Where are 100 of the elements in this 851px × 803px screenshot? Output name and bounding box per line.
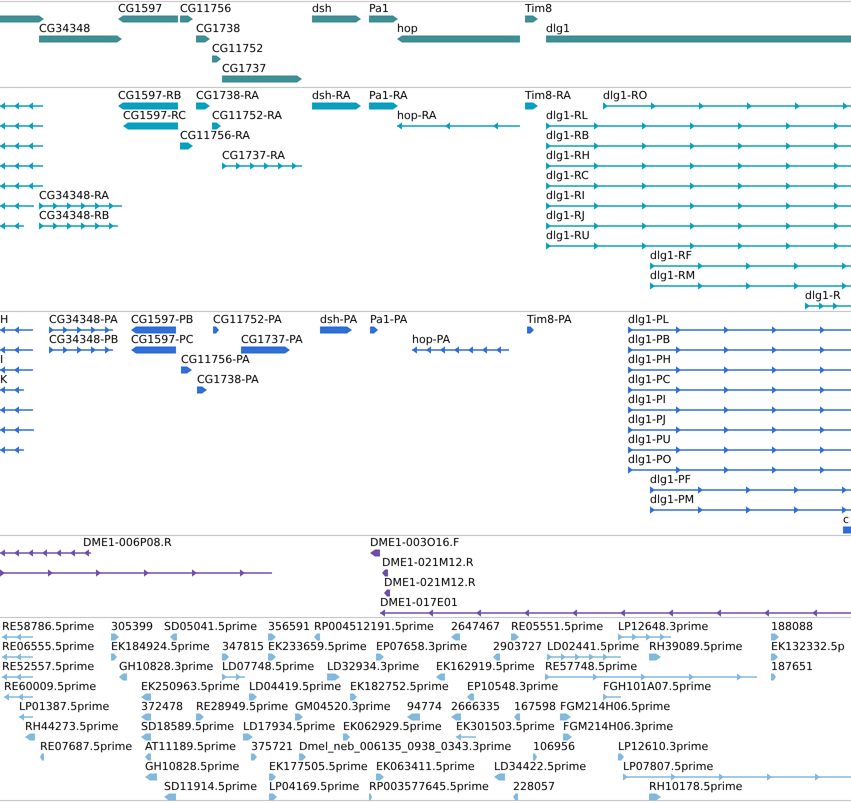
- feature-glyph[interactable]: [118, 16, 178, 22]
- feature-glyph[interactable]: [546, 242, 851, 250]
- feature-glyph[interactable]: [0, 122, 43, 130]
- feature-glyph[interactable]: [628, 406, 851, 414]
- feature-glyph[interactable]: [180, 16, 193, 22]
- feature-label: dlg1-RM: [650, 269, 696, 282]
- feature-glyph[interactable]: [180, 142, 193, 150]
- feature-glyph[interactable]: [650, 282, 851, 290]
- feature-glyph[interactable]: [39, 222, 118, 230]
- feature-glyph[interactable]: [650, 506, 851, 514]
- feature-glyph[interactable]: [196, 102, 210, 110]
- feature-glyph[interactable]: [0, 162, 43, 170]
- feature-glyph[interactable]: [131, 326, 176, 334]
- feature-glyph[interactable]: [312, 102, 361, 110]
- feature-glyph[interactable]: [320, 326, 352, 334]
- feature-label: EK233659.5prime: [268, 640, 367, 654]
- feature-glyph[interactable]: [0, 386, 24, 394]
- feature-glyph[interactable]: [650, 262, 851, 270]
- feature-glyph[interactable]: [0, 142, 43, 150]
- feature-glyph[interactable]: [0, 102, 43, 110]
- feature-glyph[interactable]: [222, 76, 302, 82]
- feature-label: GH10828.5prime: [145, 760, 240, 774]
- feature-glyph[interactable]: [212, 56, 221, 62]
- feature-glyph[interactable]: [628, 366, 851, 374]
- feature-glyph[interactable]: [546, 162, 851, 170]
- feature-label: K: [0, 373, 8, 386]
- feature-glyph[interactable]: [0, 222, 24, 230]
- feature-label: 94774: [407, 700, 442, 714]
- feature-glyph[interactable]: [197, 386, 207, 394]
- feature-glyph[interactable]: [546, 122, 851, 130]
- feature-label: FGM214H06.5prime: [560, 700, 670, 714]
- feature-glyph[interactable]: [131, 346, 176, 354]
- feature-glyph[interactable]: [39, 202, 122, 210]
- feature-glyph[interactable]: [628, 466, 851, 474]
- feature-glyph[interactable]: [380, 609, 851, 617]
- feature-glyph[interactable]: [412, 346, 509, 354]
- feature-label: dlg1-RU: [546, 229, 590, 242]
- feature-label: Dmel_neb_006135_0938_0343.3prime: [299, 740, 512, 754]
- feature-glyph[interactable]: [123, 122, 178, 130]
- feature-glyph[interactable]: [0, 569, 272, 577]
- feature-glyph[interactable]: [382, 570, 388, 576]
- feature-glyph[interactable]: [49, 326, 113, 334]
- feature-glyph[interactable]: [0, 549, 91, 557]
- feature-label: CG1597-PB: [131, 313, 194, 326]
- feature-glyph[interactable]: [384, 590, 390, 596]
- feature-glyph[interactable]: [196, 36, 210, 42]
- feature-glyph[interactable]: [397, 122, 520, 130]
- feature-glyph[interactable]: [312, 16, 361, 22]
- feature-label: LP04169.5prime: [269, 780, 360, 794]
- feature-glyph[interactable]: [0, 202, 34, 210]
- feature-label: Tim8-PA: [527, 313, 572, 326]
- feature-label: SD11914.5prime: [164, 780, 257, 794]
- feature-glyph[interactable]: [527, 326, 534, 334]
- feature-glyph[interactable]: [628, 326, 851, 334]
- feature-glyph[interactable]: [0, 16, 44, 22]
- feature-glyph[interactable]: [370, 550, 380, 556]
- feature-glyph[interactable]: [628, 446, 851, 454]
- feature-label: LD04419.5prime: [249, 680, 342, 694]
- feature-glyph[interactable]: [0, 346, 33, 354]
- feature-glyph[interactable]: [628, 386, 851, 394]
- feature-glyph[interactable]: [525, 102, 538, 110]
- feature-glyph[interactable]: [805, 302, 851, 310]
- feature-label: LD07748.5prime: [222, 660, 314, 674]
- feature-label: RH39089.5prime: [649, 640, 742, 654]
- feature-glyph[interactable]: [0, 182, 43, 190]
- feature-label: dlg1-RF: [650, 249, 692, 262]
- feature-glyph[interactable]: [603, 102, 851, 110]
- feature-glyph[interactable]: [650, 486, 851, 494]
- feature-glyph[interactable]: [628, 346, 851, 354]
- feature-glyph[interactable]: [0, 446, 24, 454]
- feature-glyph[interactable]: [546, 222, 851, 230]
- feature-glyph[interactable]: [0, 426, 34, 434]
- feature-glyph[interactable]: [525, 16, 538, 22]
- feature-glyph[interactable]: [628, 426, 851, 434]
- feature-label: EK250963.5prime: [141, 680, 240, 694]
- feature-label: I: [0, 353, 4, 366]
- feature-label: hop: [397, 22, 418, 36]
- feature-label: RE58786.5prime: [2, 620, 94, 634]
- feature-glyph[interactable]: [0, 326, 33, 334]
- feature-glyph[interactable]: [546, 142, 851, 150]
- feature-label: LD02441.5prime: [547, 640, 640, 654]
- feature-label: RH44273.5prime: [25, 720, 118, 734]
- feature-glyph[interactable]: [0, 406, 33, 414]
- feature-glyph[interactable]: [369, 102, 398, 110]
- feature-glyph[interactable]: [370, 326, 378, 334]
- feature-glyph[interactable]: [546, 202, 851, 210]
- feature-glyph[interactable]: [213, 326, 219, 334]
- feature-label: 2666335: [451, 700, 500, 714]
- feature-glyph[interactable]: [39, 36, 122, 42]
- feature-glyph[interactable]: [118, 102, 178, 110]
- feature-label: CG1737: [222, 62, 266, 76]
- feature-glyph[interactable]: [369, 16, 398, 22]
- feature-glyph[interactable]: [546, 182, 851, 190]
- feature-glyph[interactable]: [241, 346, 290, 354]
- feature-glyph[interactable]: [181, 366, 192, 374]
- feature-glyph[interactable]: [222, 162, 302, 170]
- feature-glyph[interactable]: [0, 366, 33, 374]
- feature-glyph[interactable]: [212, 122, 221, 130]
- feature-label: GM04520.3prime: [295, 700, 391, 714]
- feature-glyph[interactable]: [49, 346, 113, 354]
